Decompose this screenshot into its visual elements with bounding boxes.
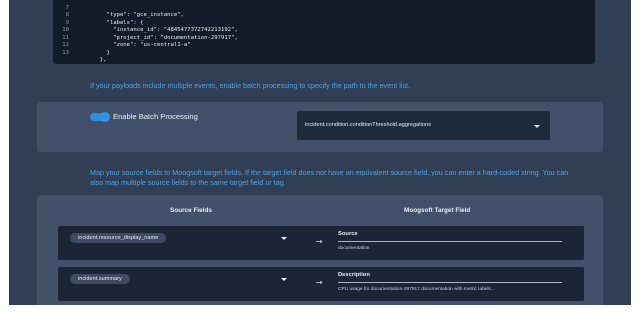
integration-config-page: 7 "type": "gce_instance", 8 "labels": { … <box>9 0 631 305</box>
source-field-chip[interactable]: incident.summary <box>70 274 130 284</box>
target-field-value[interactable]: CPU usage for documentation-297917 docum… <box>338 287 495 292</box>
target-field-value[interactable]: documentation <box>338 246 369 251</box>
target-field-underline <box>338 241 562 242</box>
batch-processing-toggle[interactable] <box>90 112 110 122</box>
target-field-header: Moogsoft Target Field <box>404 207 471 214</box>
arrow-right-icon <box>316 239 323 244</box>
chevron-down-icon[interactable] <box>281 278 287 281</box>
batch-path-value: incident.condition.conditionThreshold.ag… <box>305 122 431 128</box>
target-field-underline <box>338 282 562 283</box>
chevron-down-icon[interactable] <box>281 237 287 240</box>
batch-processing-panel: Enable Batch Processing incident.conditi… <box>37 102 603 152</box>
payload-code-block: 7 "type": "gce_instance", 8 "labels": { … <box>53 0 595 64</box>
chevron-down-icon <box>534 125 540 128</box>
code-text: } <box>93 49 110 56</box>
mapping-row: incident.summary Description CPU usage f… <box>58 267 584 301</box>
code-line: 8 "labels": { <box>53 5 595 26</box>
code-line: 9 "instance_id": "4845477372742213192", <box>53 12 595 34</box>
toggle-knob <box>100 112 110 122</box>
code-text: }, <box>93 57 107 63</box>
source-fields-header: Source Fields <box>170 207 212 214</box>
batch-hint-text: If your payloads include multiple events… <box>90 81 411 90</box>
source-field-chip[interactable]: incident.resource_display_name <box>70 233 167 243</box>
code-line: 13 }, <box>53 42 595 64</box>
batch-processing-label: Enable Batch Processing <box>113 112 198 121</box>
mapping-row: incident.resource_display_name Source do… <box>58 226 584 260</box>
mapping-hint-text: Map your source fields to Moogsoft targe… <box>90 168 569 187</box>
arrow-right-icon <box>316 280 323 285</box>
target-field-name: Source <box>338 231 358 237</box>
code-line: 12 } <box>53 35 595 56</box>
code-line: 11 "zone": "us-central1-a" <box>53 27 595 49</box>
field-mapping-panel: Source Fields Moogsoft Target Field inci… <box>37 195 603 305</box>
batch-path-select[interactable]: incident.condition.conditionThreshold.ag… <box>297 111 550 140</box>
line-number: 13 <box>62 49 69 56</box>
target-field-name: Description <box>338 272 370 278</box>
code-line: 10 "project_id": "documentation-297917", <box>53 20 595 41</box>
